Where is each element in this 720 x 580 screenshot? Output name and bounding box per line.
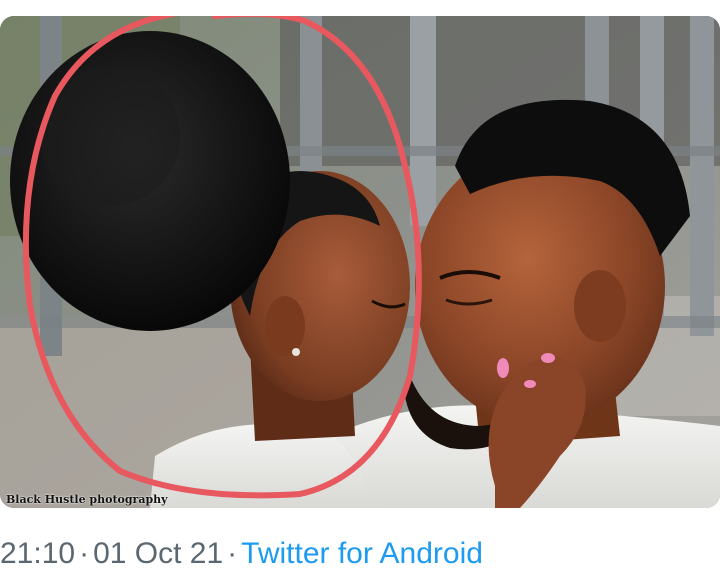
- meta-separator: ·: [79, 537, 90, 570]
- tweet-photo[interactable]: Black Hustle photography: [0, 16, 720, 508]
- tweet-metadata: 21:10 · 01 Oct 21 · Twitter for Android: [0, 534, 483, 574]
- photo-image: [0, 16, 720, 508]
- tweet-date: 01 Oct 21: [93, 537, 224, 570]
- photo-watermark: Black Hustle photography: [6, 493, 168, 506]
- meta-separator: ·: [227, 537, 238, 570]
- tweet-source-link[interactable]: Twitter for Android: [241, 537, 483, 570]
- tweet-time: 21:10: [0, 537, 76, 570]
- tweet-detail-view: Black Hustle photography 21:10 · 01 Oct 21…: [0, 0, 720, 580]
